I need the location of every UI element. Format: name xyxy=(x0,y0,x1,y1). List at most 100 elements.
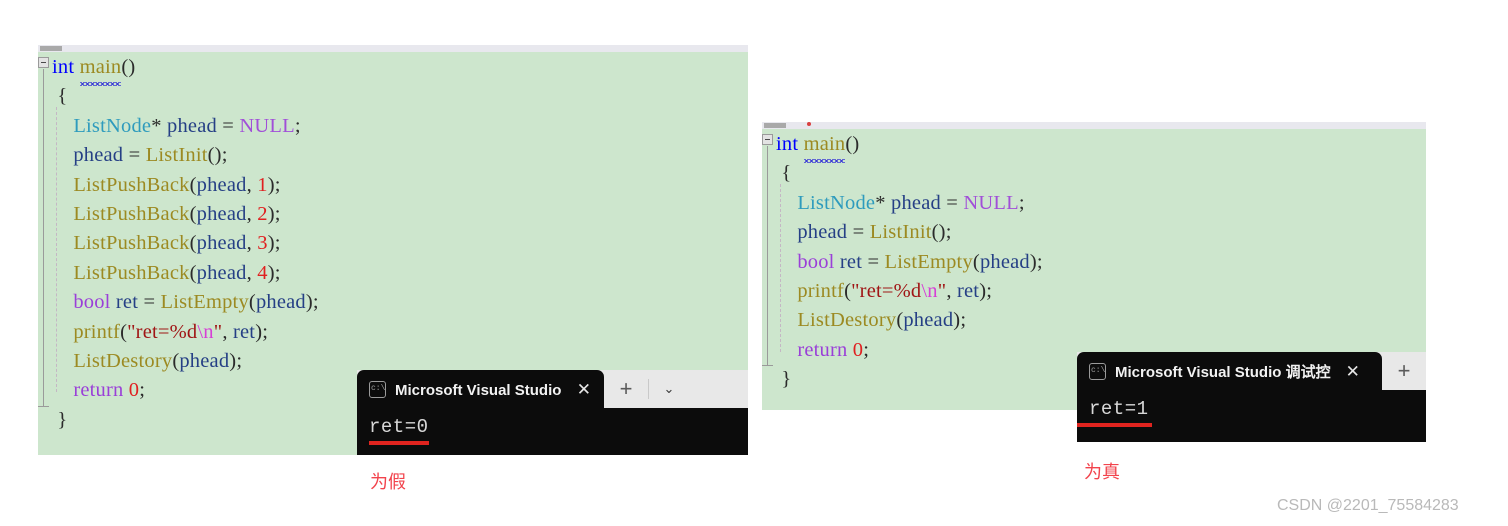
new-tab-icon[interactable]: + xyxy=(1382,352,1426,390)
code-line: { xyxy=(776,159,1043,188)
console-app-icon xyxy=(369,380,386,398)
console-tab[interactable]: Microsoft Visual Studio 调试控 ✕ xyxy=(357,370,604,408)
code-line: ListPushBack(phead, 4); xyxy=(52,259,319,288)
code-token: () xyxy=(845,133,860,155)
code-token: return xyxy=(73,379,124,402)
code-token: main xyxy=(803,130,846,164)
code-line: ListPushBack(phead, 1); xyxy=(52,171,319,200)
close-icon[interactable]: ✕ xyxy=(571,381,597,398)
editor-scroll-nub[interactable] xyxy=(40,46,62,51)
code-token: (); xyxy=(207,144,228,167)
code-token: 1 xyxy=(257,173,268,196)
editor-scroll-nub[interactable] xyxy=(764,123,786,128)
code-token: ListDestory xyxy=(73,349,173,372)
code-line: int main() xyxy=(52,53,319,87)
code-token: 0 xyxy=(852,338,864,361)
code-token: ListPushBack xyxy=(73,261,190,284)
code-token: ( xyxy=(189,232,197,255)
code-token: ListDestory xyxy=(797,309,897,332)
code-token: ); xyxy=(953,309,967,332)
code-token: , xyxy=(246,232,258,255)
console-output-line: ret=1 xyxy=(1089,398,1149,420)
code-token: , xyxy=(246,173,258,196)
console-tab-strip: Microsoft Visual Studio 调试控 ✕ + xyxy=(1077,352,1426,390)
code-line: phead = ListInit(); xyxy=(776,218,1043,247)
left-console-window[interactable]: Microsoft Visual Studio 调试控 ✕ + ⌄ ret=0 xyxy=(357,370,748,455)
code-line: ListDestory(phead); xyxy=(52,347,319,376)
code-line: } xyxy=(52,406,319,435)
collapse-foot xyxy=(762,365,773,366)
code-token: return xyxy=(797,338,848,361)
code-token: ); xyxy=(305,291,319,314)
code-token: ListInit xyxy=(869,221,932,244)
code-token: ); xyxy=(979,279,993,302)
output-underline xyxy=(1077,423,1152,427)
console-output-area: ret=0 xyxy=(357,408,748,445)
console-app-icon xyxy=(1089,362,1106,380)
code-token: "ret=%d xyxy=(851,279,922,302)
code-token: ListEmpty xyxy=(884,250,973,273)
code-line: ListNode* phead = NULL; xyxy=(52,112,319,141)
code-token: ret xyxy=(839,250,863,273)
edit-marker-dot xyxy=(807,122,811,126)
code-token: ListPushBack xyxy=(73,173,190,196)
code-line: } xyxy=(776,365,1043,394)
code-token: ( xyxy=(189,173,197,196)
csdn-watermark: CSDN @2201_75584283 xyxy=(1277,497,1459,514)
code-token: phead xyxy=(903,309,954,332)
code-token: ret xyxy=(115,291,139,314)
code-token: bool xyxy=(73,291,111,314)
code-token: ListNode xyxy=(73,114,152,137)
code-token: ; xyxy=(294,114,301,137)
chevron-down-icon[interactable]: ⌄ xyxy=(649,370,689,408)
collapse-toggle-icon[interactable] xyxy=(38,57,49,68)
code-token: printf xyxy=(797,279,845,302)
code-token: phead xyxy=(196,232,247,255)
code-token: bool xyxy=(797,250,835,273)
code-token: phead xyxy=(196,173,247,196)
code-token: ListPushBack xyxy=(73,202,190,225)
collapse-toggle-icon[interactable] xyxy=(762,134,773,145)
code-token: ; xyxy=(1018,191,1025,214)
code-token: ret xyxy=(956,279,980,302)
code-token: int xyxy=(776,133,804,155)
code-token: ( xyxy=(189,202,197,225)
code-token: } xyxy=(781,368,792,391)
code-token: * xyxy=(875,191,891,214)
code-token: ); xyxy=(255,320,269,343)
code-token: ); xyxy=(1029,250,1043,273)
code-token: phead xyxy=(167,114,217,137)
console-output-area: ret=1 xyxy=(1077,390,1426,427)
code-token: ( xyxy=(972,250,980,273)
code-token: , xyxy=(222,320,233,343)
code-token: ( xyxy=(248,291,256,314)
code-token: ret xyxy=(232,320,256,343)
code-token: , xyxy=(946,279,957,302)
code-token: { xyxy=(57,85,68,108)
code-token: int xyxy=(52,56,80,78)
code-token: phead xyxy=(255,291,306,314)
code-token: = xyxy=(123,144,146,167)
new-tab-icon[interactable]: + xyxy=(604,370,648,408)
code-line: phead = ListInit(); xyxy=(52,141,319,170)
console-tab[interactable]: Microsoft Visual Studio 调试控 ✕ xyxy=(1077,352,1382,390)
code-token: \n xyxy=(197,320,214,343)
close-icon[interactable]: ✕ xyxy=(1340,363,1366,380)
editor-top-strip xyxy=(38,45,748,52)
code-line: return 0; xyxy=(52,376,319,405)
code-token: , xyxy=(246,202,258,225)
code-line: int main() xyxy=(776,130,1043,164)
code-token: main xyxy=(79,53,122,87)
code-token: , xyxy=(246,261,258,284)
right-console-window[interactable]: Microsoft Visual Studio 调试控 ✕ + ret=1 xyxy=(1077,352,1426,442)
code-token: () xyxy=(121,56,136,78)
code-token: ListPushBack xyxy=(73,232,190,255)
output-underline xyxy=(369,441,429,445)
code-token: ; xyxy=(863,338,870,361)
code-line: { xyxy=(52,82,319,111)
code-token: ( xyxy=(189,261,197,284)
code-token: ; xyxy=(139,379,146,402)
code-token: NULL xyxy=(963,191,1019,214)
code-line: ListDestory(phead); xyxy=(776,306,1043,335)
left-code-text: int main() { ListNode* phead = NULL; phe… xyxy=(52,53,319,435)
